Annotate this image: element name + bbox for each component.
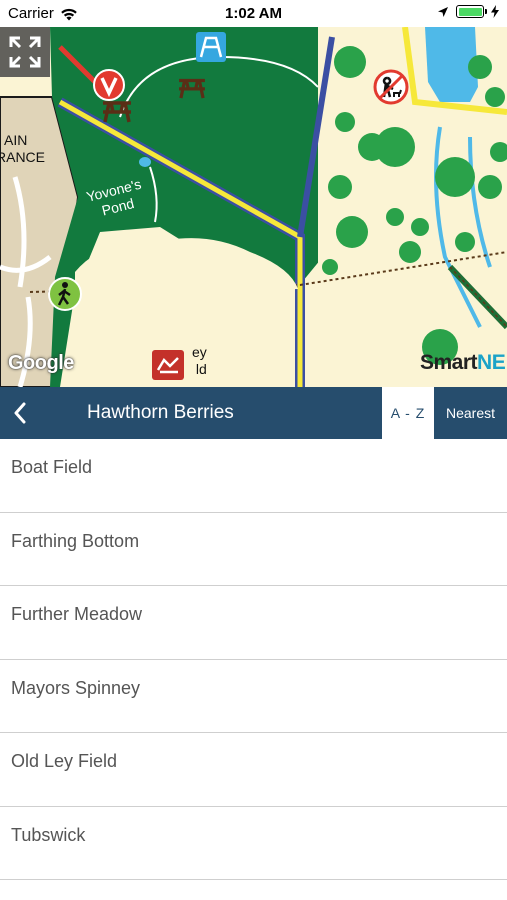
list-item[interactable]: Farthing Bottom: [0, 513, 507, 586]
status-bar: Carrier 1:02 AM: [0, 0, 507, 27]
sort-nearest-button[interactable]: Nearest: [434, 387, 507, 439]
playground-icon[interactable]: [196, 32, 226, 62]
field-label-line2: ld: [195, 361, 207, 377]
walker-icon[interactable]: [48, 277, 82, 311]
google-logo: Google: [8, 352, 74, 374]
back-button[interactable]: [4, 387, 36, 439]
district-label-line2: RANCE: [0, 149, 46, 165]
district-label: AIN RANCE: [0, 132, 45, 166]
list-item[interactable]: Tubswick: [0, 807, 507, 880]
page-title: Hawthorn Berries: [87, 402, 234, 423]
sort-az-button[interactable]: A - Z: [382, 387, 434, 439]
battery-fill: [458, 7, 482, 16]
nav-bar: Hawthorn Berries A - Z Nearest: [0, 387, 507, 439]
list-item[interactable]: Further Meadow: [0, 586, 507, 660]
status-right: [437, 5, 499, 18]
battery-icon: [456, 5, 487, 18]
map-base[interactable]: [0, 27, 507, 387]
map-view[interactable]: Yovone's Pond AIN RANCE ey ld Google Sma…: [0, 27, 507, 387]
list-item[interactable]: Mayors Spinney: [0, 660, 507, 733]
district-label-line1: AIN: [4, 132, 28, 148]
no-dogs-icon[interactable]: [373, 69, 409, 105]
chevron-left-icon: [14, 402, 26, 424]
location-arrow-icon: [438, 6, 448, 17]
smartne-logo-suffix: NE: [477, 351, 506, 374]
picnic-table-icon[interactable]: [176, 75, 208, 99]
charging-bolt-icon: [491, 5, 499, 18]
location-list: Boat Field Farthing Bottom Further Meado…: [0, 439, 507, 880]
expand-icon: [9, 36, 41, 68]
list-item[interactable]: Boat Field: [0, 439, 507, 513]
status-time: 1:02 AM: [225, 5, 282, 22]
field-label-partial: ey ld: [178, 344, 207, 378]
expand-map-button[interactable]: [0, 27, 50, 77]
list-item[interactable]: Old Ley Field: [0, 733, 507, 807]
picnic-table-icon[interactable]: [100, 97, 134, 123]
field-label-line1: ey: [192, 344, 207, 360]
smartne-logo-main: Smart: [420, 351, 478, 374]
smartne-logo: SmartNE: [420, 351, 506, 375]
